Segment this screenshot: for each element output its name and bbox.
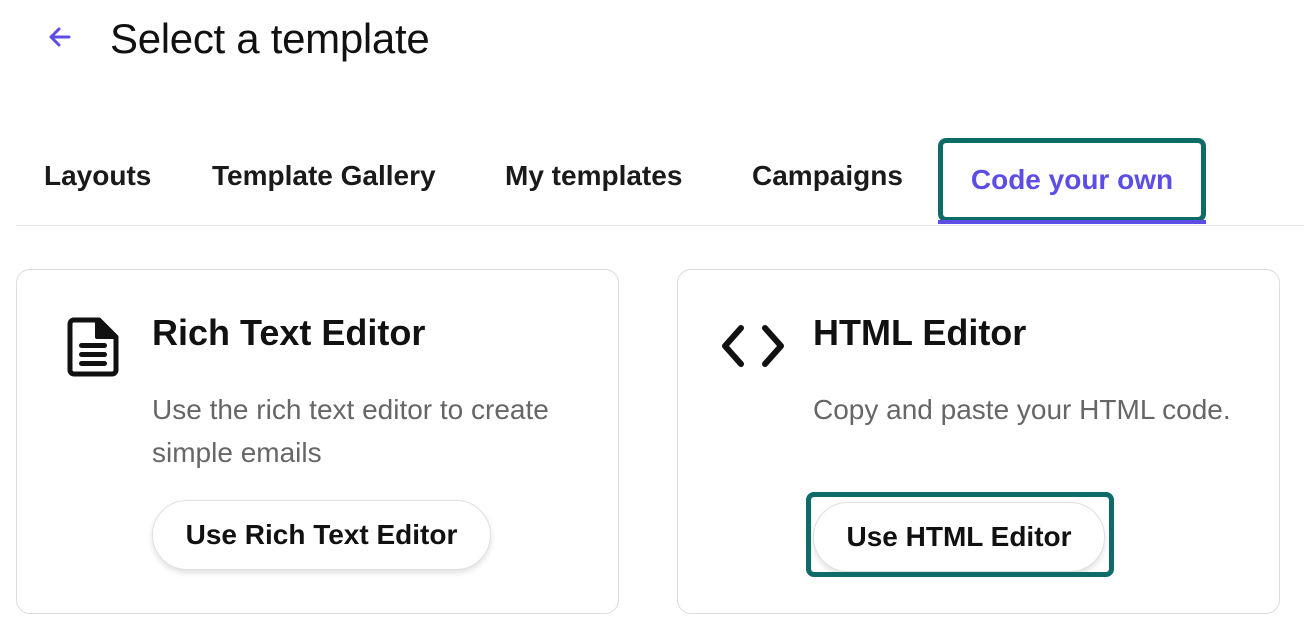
arrow-left-icon bbox=[48, 26, 72, 53]
use-html-editor-button[interactable]: Use HTML Editor bbox=[813, 502, 1105, 572]
card-description: Copy and paste your HTML code. bbox=[813, 394, 1231, 425]
html-editor-card: HTML Editor Copy and paste your HTML cod… bbox=[677, 269, 1280, 614]
page: Select a template Layouts Template Galle… bbox=[0, 0, 1304, 630]
card-description: Use the rich text editor to create simpl… bbox=[152, 394, 549, 468]
tab-my-templates[interactable]: My templates bbox=[505, 136, 682, 216]
tab-template-gallery[interactable]: Template Gallery bbox=[212, 136, 436, 216]
use-rich-text-editor-button[interactable]: Use Rich Text Editor bbox=[152, 500, 491, 570]
card-title: Rich Text Editor bbox=[152, 312, 426, 353]
active-tab-indicator bbox=[938, 220, 1206, 224]
document-icon bbox=[65, 316, 121, 378]
page-title: Select a template bbox=[110, 15, 430, 62]
code-brackets-icon bbox=[720, 318, 786, 374]
header: Select a template bbox=[0, 0, 1304, 80]
tab-layouts[interactable]: Layouts bbox=[44, 136, 151, 216]
rich-text-editor-card: Rich Text Editor Use the rich text edito… bbox=[16, 269, 619, 614]
card-title: HTML Editor bbox=[813, 312, 1027, 353]
back-button[interactable] bbox=[40, 22, 80, 56]
tab-bar: Layouts Template Gallery My templates Ca… bbox=[16, 138, 1304, 226]
tab-campaigns[interactable]: Campaigns bbox=[752, 136, 903, 216]
tab-code-your-own[interactable]: Code your own bbox=[938, 138, 1206, 222]
